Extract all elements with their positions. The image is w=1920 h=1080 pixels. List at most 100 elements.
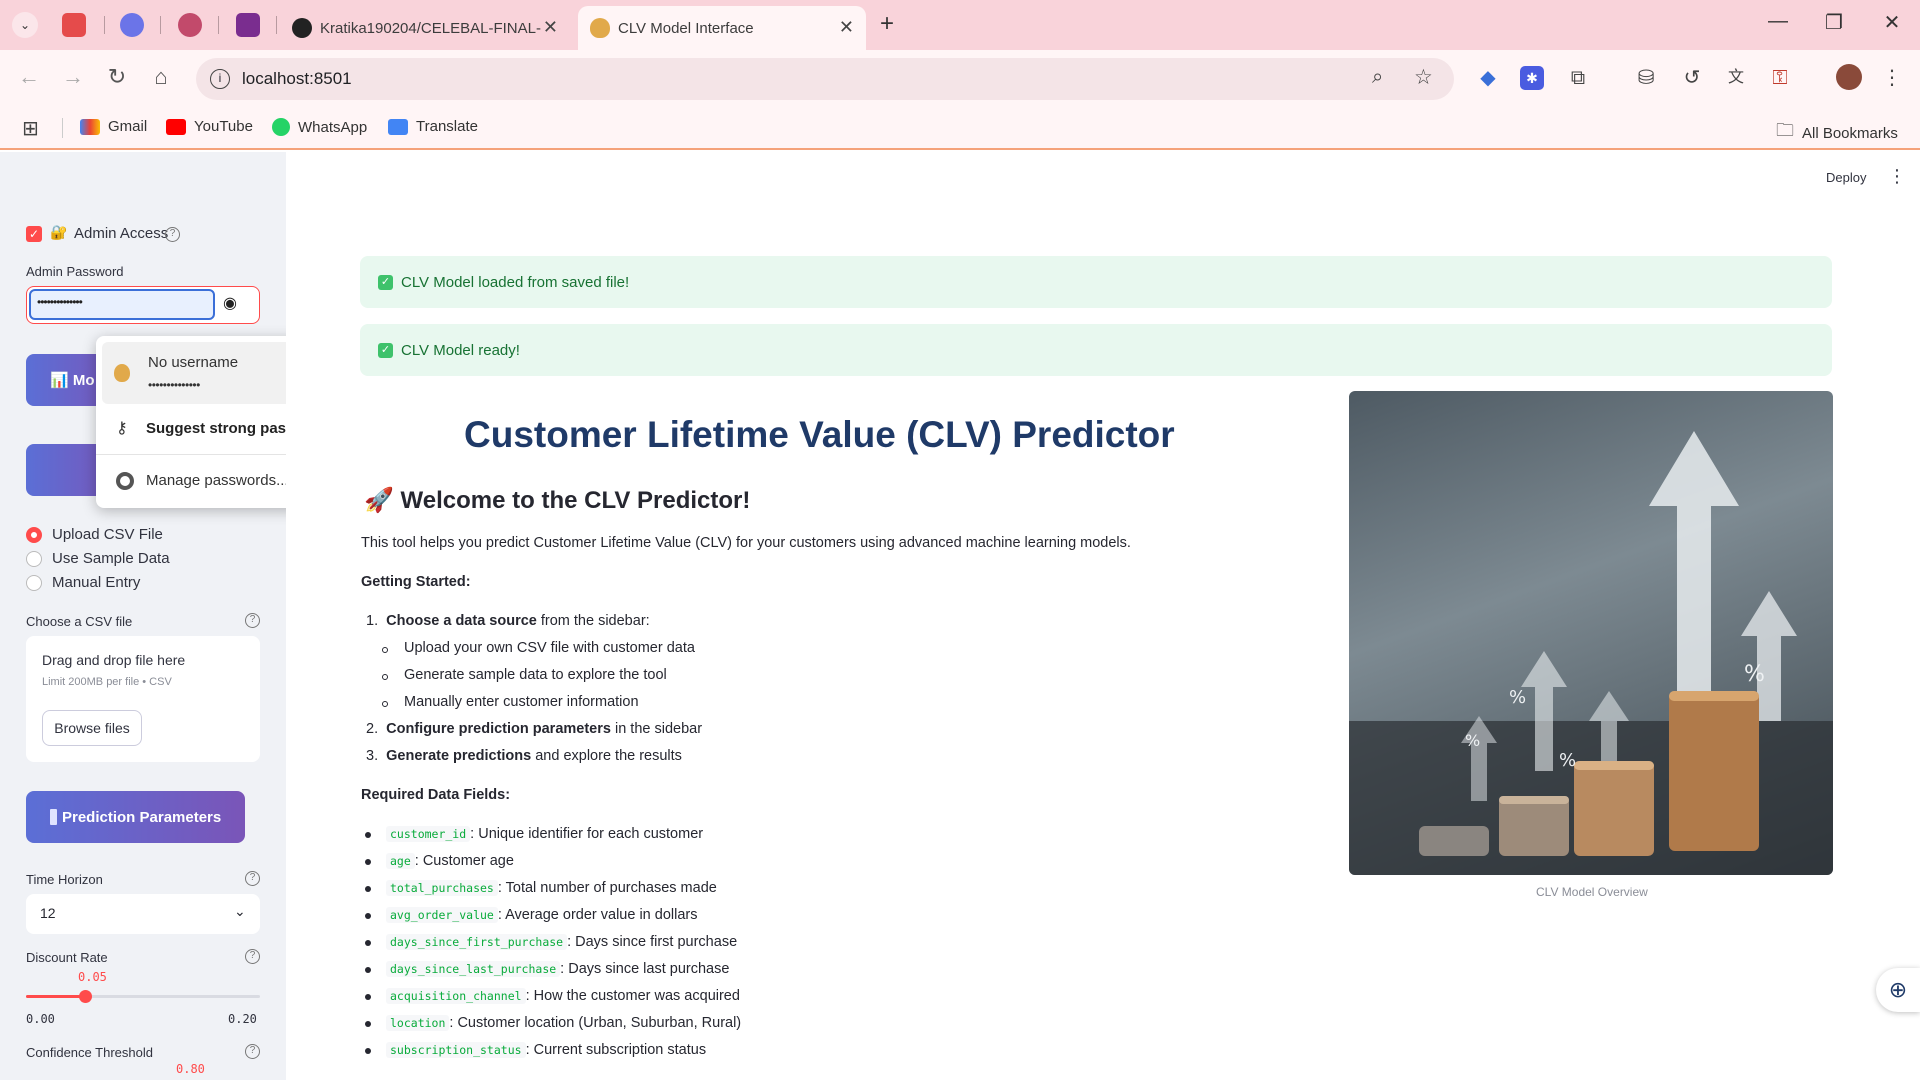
chat-helper-icon[interactable]: ⊕ <box>1876 968 1920 1012</box>
bookmarks-bar: ⊞ Gmail YouTube WhatsApp Translate 🗀 All… <box>0 106 1920 150</box>
tab-github[interactable]: Kratika190204/CELEBAL-FINAL- ✕ <box>280 6 570 50</box>
close-tab-icon[interactable]: ✕ <box>839 17 854 38</box>
admin-access-checkbox[interactable]: ✓ <box>26 226 42 242</box>
home-icon[interactable]: ⌂ <box>146 64 176 90</box>
admin-password-value: •••••••••••••• <box>37 295 83 309</box>
folder-icon: 🗀 <box>1776 120 1794 140</box>
browser-tab-bar: ⌄ Kratika190204/CELEBAL-FINAL- ✕ CLV Mod… <box>0 0 1920 50</box>
key-icon: ⚷ <box>116 420 128 437</box>
tab-search-icon[interactable]: ⌄ <box>12 12 38 38</box>
reload-icon[interactable]: ↻ <box>102 64 132 90</box>
incognito-icon[interactable]: ⛁ <box>1634 66 1658 90</box>
page-title: Customer Lifetime Value (CLV) Predictor <box>464 414 1175 455</box>
help-icon[interactable]: ? <box>165 227 180 242</box>
slider-min: 0.00 <box>26 1012 55 1026</box>
bookmark-translate[interactable]: Translate <box>388 118 478 135</box>
all-bookmarks[interactable]: 🗀 All Bookmarks <box>1776 118 1898 148</box>
time-horizon-select[interactable]: 12 ⌄ <box>26 894 260 934</box>
prediction-parameters-button[interactable]: Prediction Parameters <box>26 791 245 843</box>
pinned-tab-stack-icon[interactable] <box>120 13 144 37</box>
bookmark-whatsapp[interactable]: WhatsApp <box>272 118 367 136</box>
new-tab-button[interactable]: + <box>880 10 894 38</box>
admin-password-label: Admin Password <box>26 264 124 279</box>
bookmark-youtube[interactable]: YouTube <box>166 118 253 135</box>
pinned-tab-screen-icon[interactable] <box>236 13 260 37</box>
youtube-icon <box>166 118 186 135</box>
radio-manual-entry[interactable]: Manual Entry <box>26 574 140 591</box>
substep: Upload your own CSV file with customer d… <box>404 640 695 656</box>
image-caption: CLV Model Overview <box>1536 885 1648 899</box>
admin-access-label: Admin Access <box>74 225 169 242</box>
tab-title: CLV Model Interface <box>618 19 754 37</box>
file-dropzone[interactable]: Drag and drop file here Limit 200MB per … <box>26 636 260 762</box>
substep: Manually enter customer information <box>404 694 639 710</box>
kebab-menu-icon[interactable]: ⋮ <box>1888 166 1906 187</box>
step-2: 2. Configure prediction parameters in th… <box>366 721 703 737</box>
slider-knob[interactable] <box>78 990 92 1003</box>
money-bag-icon <box>590 18 610 38</box>
required-fields-heading: Required Data Fields: <box>361 787 511 803</box>
time-horizon-label: Time Horizon <box>26 872 103 887</box>
field-item: subscription_status: Current subscriptio… <box>386 1042 706 1058</box>
getting-started-heading: Getting Started: <box>361 574 471 590</box>
help-icon[interactable]: ? <box>245 1044 260 1059</box>
field-item: age: Customer age <box>386 853 514 869</box>
field-item: location: Customer location (Urban, Subu… <box>386 1015 741 1031</box>
field-item: acquisition_channel: How the customer wa… <box>386 988 740 1004</box>
bookmark-star-icon[interactable]: ☆ <box>1414 65 1433 90</box>
whatsapp-icon <box>272 118 290 136</box>
step-3: 3. Generate predictions and explore the … <box>366 748 682 764</box>
password-key-icon[interactable]: ⚿ <box>1768 66 1792 90</box>
sidebar: ✓ 🔐 Admin Access ? Admin Password ••••••… <box>0 152 286 1080</box>
clv-overview-image: % % % % <box>1349 391 1833 875</box>
slider-max: 0.20 <box>228 1012 257 1026</box>
radio-sample-data[interactable]: Use Sample Data <box>26 550 170 567</box>
extension-whale-icon[interactable]: ◆ <box>1476 66 1500 90</box>
apps-grid-icon[interactable]: ⊞ <box>22 116 39 141</box>
extension-snowflake-icon[interactable]: ✱ <box>1520 66 1544 90</box>
show-password-eye-icon[interactable]: ◉ <box>223 293 237 313</box>
forward-icon[interactable]: → <box>58 64 88 90</box>
close-window-icon[interactable]: ✕ <box>1872 10 1912 35</box>
pinned-tab-gfg-icon[interactable] <box>62 13 86 37</box>
substep: Generate sample data to explore the tool <box>404 667 667 683</box>
svg-text:%: % <box>1744 662 1765 687</box>
gmail-icon <box>80 118 100 135</box>
address-bar[interactable]: i localhost:8501 ⌕ ☆ <box>196 58 1454 100</box>
discount-rate-value: 0.05 <box>78 970 107 984</box>
close-tab-icon[interactable]: ✕ <box>543 17 558 38</box>
tab-clv-model[interactable]: CLV Model Interface ✕ <box>578 6 866 50</box>
success-alert: ✓ CLV Model ready! <box>360 324 1832 376</box>
help-icon[interactable]: ? <box>245 613 260 628</box>
radio-upload-csv[interactable]: Upload CSV File <box>26 526 163 543</box>
svg-text:%: % <box>1509 687 1526 708</box>
browse-files-button[interactable]: Browse files <box>42 710 142 746</box>
zoom-icon[interactable]: ⌕ <box>1372 66 1383 89</box>
radio-dot <box>26 550 42 567</box>
help-icon[interactable]: ? <box>245 949 260 964</box>
site-info-icon[interactable]: i <box>210 69 230 89</box>
csv-uploader-label: Choose a CSV file <box>26 614 133 629</box>
translate-page-icon[interactable]: 文 <box>1724 66 1748 90</box>
radio-dot <box>26 526 42 543</box>
chrome-menu-icon[interactable]: ⋮ <box>1880 66 1904 90</box>
minimize-icon[interactable]: — <box>1758 10 1798 33</box>
field-item: total_purchases: Total number of purchas… <box>386 880 717 896</box>
history-icon[interactable]: ↺ <box>1680 66 1704 90</box>
pinned-tab-circle-icon[interactable] <box>178 13 202 37</box>
help-icon[interactable]: ? <box>245 871 260 886</box>
main-content: Deploy ⋮ ✓ CLV Model loaded from saved f… <box>286 152 1920 1080</box>
admin-password-field[interactable]: •••••••••••••• ◉ <box>26 286 260 324</box>
field-item: days_since_first_purchase: Days since fi… <box>386 934 737 950</box>
bookmark-gmail[interactable]: Gmail <box>80 118 147 135</box>
confidence-threshold-label: Confidence Threshold <box>26 1045 153 1060</box>
back-icon[interactable]: ← <box>14 64 44 90</box>
extensions-puzzle-icon[interactable]: ⧉ <box>1566 66 1590 90</box>
profile-avatar[interactable] <box>1836 64 1862 90</box>
slider-fill <box>26 995 85 998</box>
params-icon <box>50 809 57 825</box>
restore-icon[interactable]: ❐ <box>1814 10 1854 35</box>
discount-rate-slider[interactable] <box>26 990 260 1004</box>
deploy-button[interactable]: Deploy <box>1826 170 1866 185</box>
check-icon: ✓ <box>378 274 393 290</box>
